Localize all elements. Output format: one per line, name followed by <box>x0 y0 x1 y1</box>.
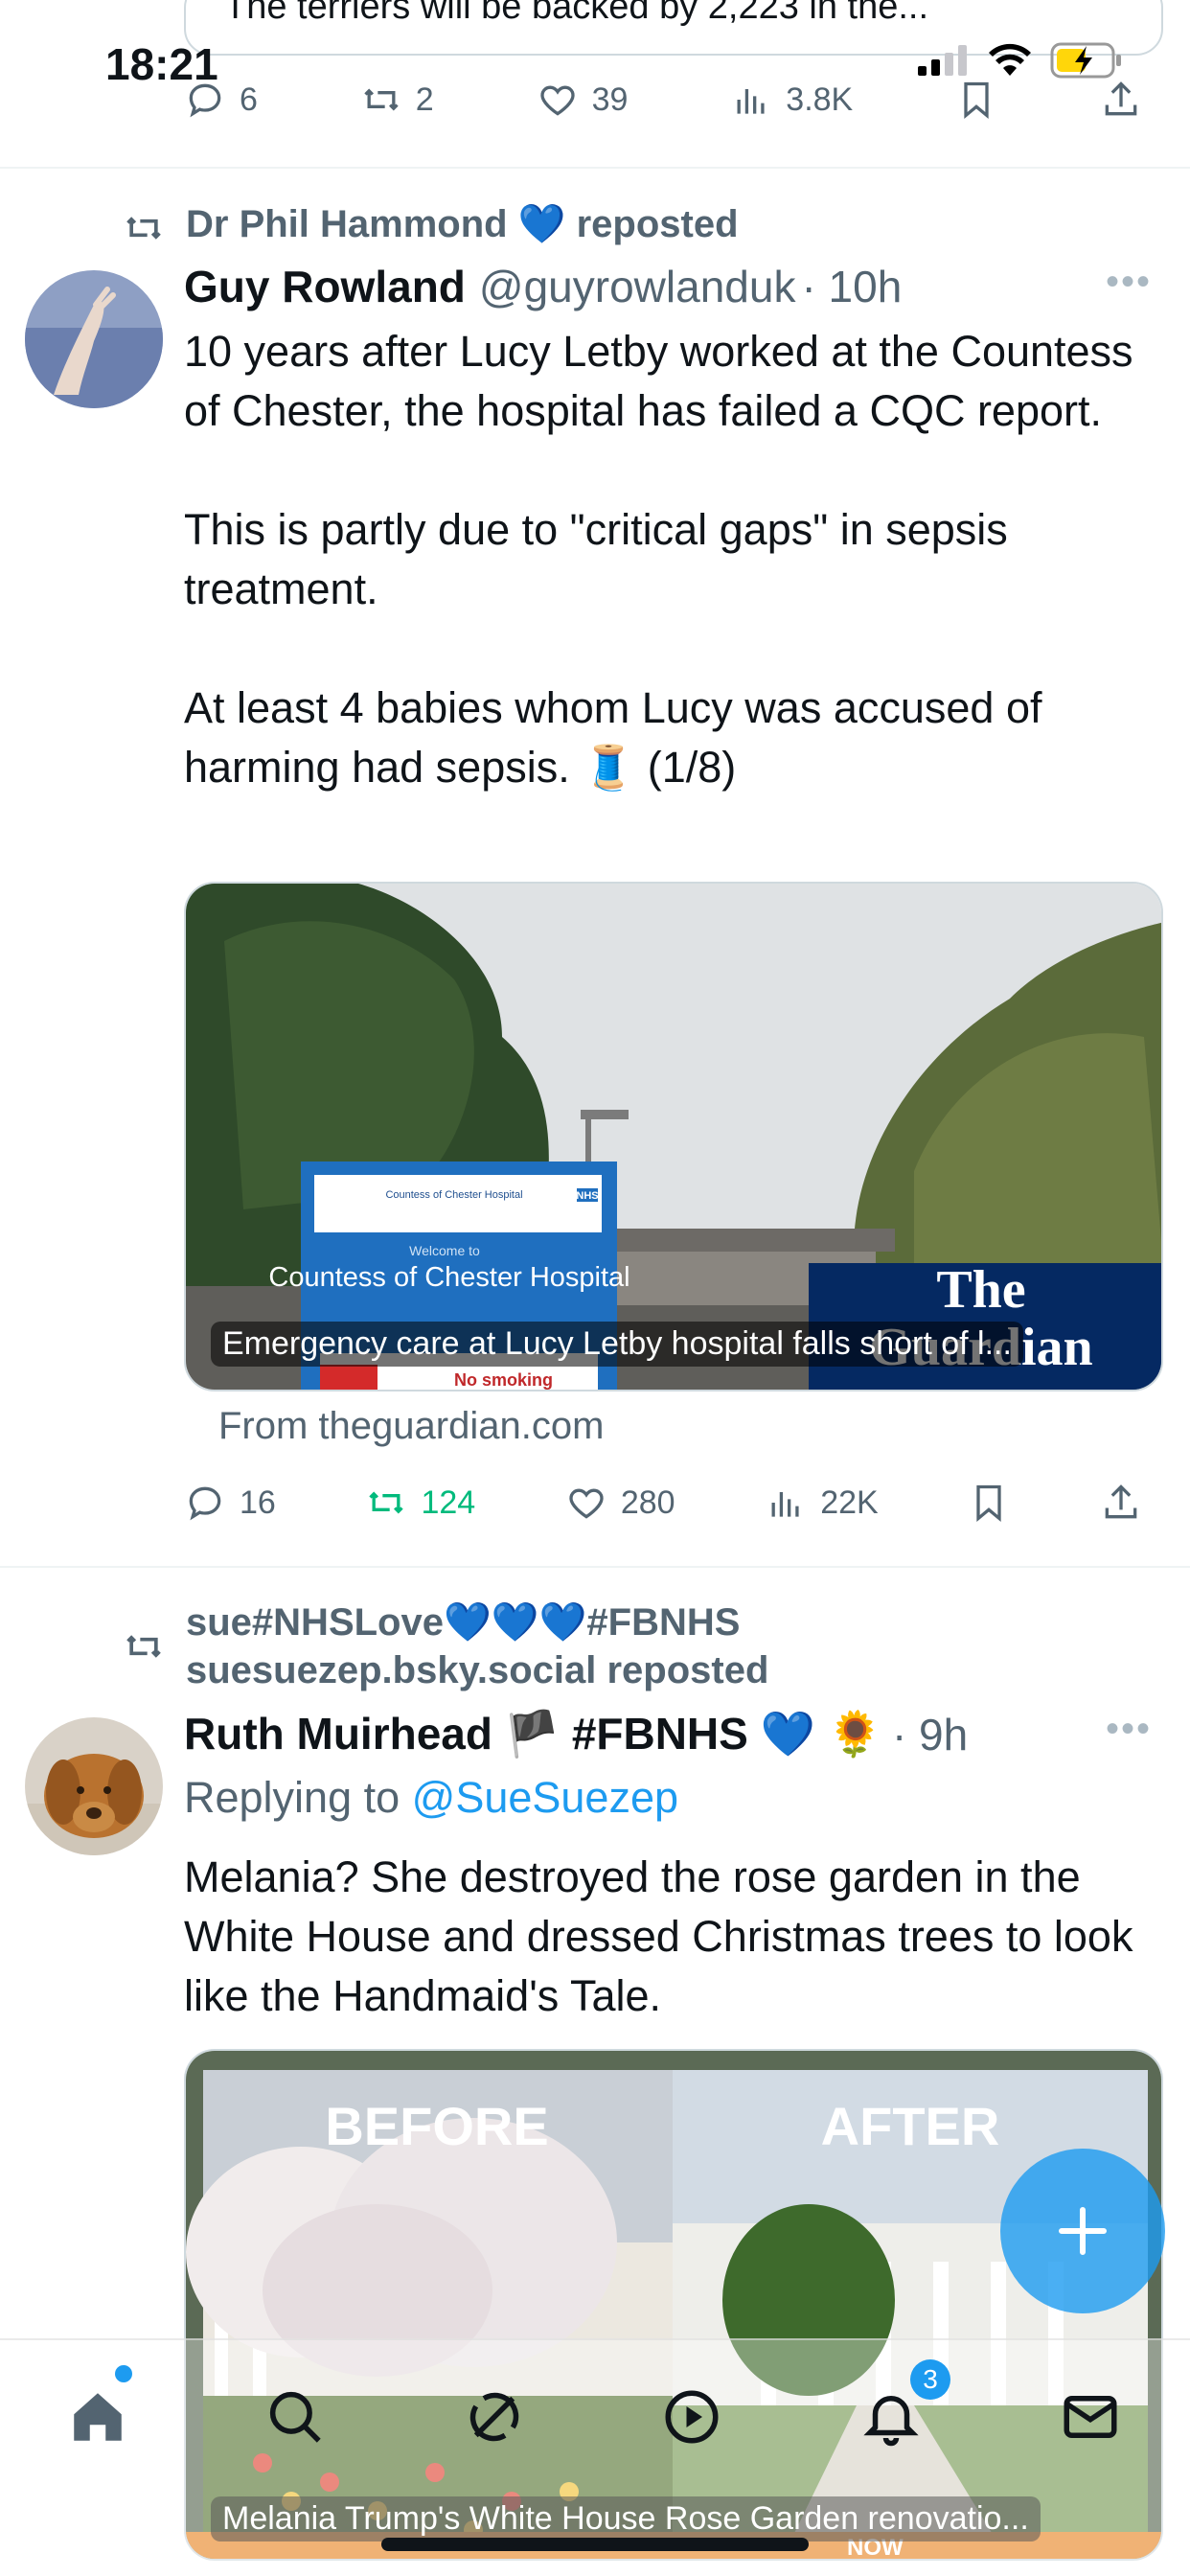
repost-icon <box>364 88 399 111</box>
replying-to-label: Replying to <box>184 1773 412 1822</box>
tweet-paragraph: Melania? She destroyed the rose garden i… <box>184 1852 1133 2020</box>
share-button[interactable] <box>1100 1482 1142 1524</box>
tweet-body: 10 years after Lucy Letby worked at the … <box>184 322 1152 797</box>
search-icon <box>269 2391 321 2443</box>
link-card-image: Countess of Chester Hospital NHS Welcome… <box>186 884 1161 1390</box>
reposted-by: Dr Phil Hammond 💙 reposted <box>186 203 739 245</box>
views-button[interactable]: 22K <box>765 1482 879 1524</box>
messages-icon <box>1064 2396 1117 2438</box>
heart-icon <box>539 85 575 116</box>
new-content-dot <box>115 2365 132 2382</box>
share-icon <box>1105 1484 1137 1519</box>
sign-nosmoking-text: No smoking <box>454 1370 553 1390</box>
tweet-paragraph: This is partly due to "critical gaps" in… <box>184 505 1008 613</box>
repost-icon <box>126 1635 161 1658</box>
reposted-by-name: sue#NHSLove💙💙💙#FBNHS <box>186 1601 741 1644</box>
reply-count: 6 <box>240 80 258 118</box>
card-headline: Emergency care at Lucy Letby hospital fa… <box>211 1322 1023 1367</box>
home-indicator[interactable] <box>381 2538 809 2551</box>
sign-nhs-text: NHS <box>576 1190 598 1202</box>
card-source[interactable]: From theguardian.com <box>218 1405 604 1448</box>
reply-icon <box>189 83 221 118</box>
video-icon <box>665 2390 719 2444</box>
tweet-body: Melania? She destroyed the rose garden i… <box>184 1848 1152 2026</box>
previous-tweet-text: The terriers will be backed by 2,223 in … <box>224 0 929 27</box>
cellular-signal-icon <box>918 45 967 76</box>
author-handle[interactable]: @guyrowlanduk <box>479 261 796 312</box>
author-name[interactable]: Ruth Muirhead 🏴 #FBNHS 💙 🌻 <box>184 1708 882 1760</box>
bookmark-icon <box>976 1484 1002 1523</box>
tweet-divider <box>0 1566 1190 1568</box>
avatar[interactable] <box>25 270 163 408</box>
like-count: 280 <box>620 1484 675 1521</box>
tweet-header: Ruth Muirhead 🏴 #FBNHS 💙 🌻 · 9h ••• <box>184 1708 1152 1760</box>
reply-icon <box>189 1486 221 1521</box>
nav-home[interactable] <box>59 2379 136 2455</box>
view-count: 3.8K <box>786 80 854 118</box>
guardian-logo-line1: The <box>936 1260 1025 1320</box>
tweet-actions: 16 124 280 22K <box>184 1482 1142 1524</box>
views-icon <box>737 89 765 114</box>
views-button[interactable]: 3.8K <box>730 79 853 121</box>
share-icon <box>1105 81 1137 116</box>
notifications-icon <box>863 2396 919 2447</box>
sign-main-text: Countess of Chester Hospital <box>268 1262 629 1293</box>
bookmark-button[interactable] <box>968 1482 1010 1524</box>
notification-badge: 3 <box>910 2359 950 2400</box>
repost-button[interactable]: 124 <box>365 1482 475 1524</box>
bookmark-button[interactable] <box>955 79 997 121</box>
compose-button[interactable] <box>1000 2149 1165 2313</box>
tweet-divider <box>0 167 1190 169</box>
previous-tweet-actions: 6 2 39 3.8K <box>184 79 1142 121</box>
reply-button[interactable]: 6 <box>184 79 258 121</box>
tweet-time: · 10h <box>801 262 903 311</box>
nav-video[interactable] <box>653 2379 730 2455</box>
repost-indicator[interactable]: sue#NHSLove💙💙💙#FBNHS suesuezep.bsky.soci… <box>123 1598 768 1694</box>
repost-button[interactable]: 2 <box>360 79 434 121</box>
tweet-paragraph: 10 years after Lucy Letby worked at the … <box>184 327 1133 435</box>
status-icons <box>916 42 1123 79</box>
avatar[interactable] <box>25 1717 163 1855</box>
sign-small-text: Countess of Chester Hospital <box>385 1189 522 1201</box>
replying-to-handle[interactable]: @SueSuezep <box>412 1773 678 1822</box>
like-button[interactable]: 39 <box>537 79 629 121</box>
repost-icon <box>369 1491 404 1514</box>
more-options-icon[interactable]: ••• <box>1106 1708 1152 1751</box>
reply-button[interactable]: 16 <box>184 1482 276 1524</box>
view-count: 22K <box>820 1484 879 1521</box>
author-name[interactable]: Guy Rowland <box>184 261 466 312</box>
tweet-time: · 9h <box>891 1709 969 1760</box>
nav-search[interactable] <box>257 2379 333 2455</box>
tweet-header: Guy Rowland @guyrowlanduk · 10h ••• <box>184 261 1152 312</box>
like-button[interactable]: 280 <box>565 1482 675 1524</box>
after-label: AFTER <box>821 2096 1000 2156</box>
repost-icon <box>126 217 161 240</box>
nav-messages[interactable] <box>1052 2379 1129 2455</box>
repost-count: 124 <box>421 1484 476 1521</box>
share-button[interactable] <box>1100 79 1142 121</box>
heart-icon <box>569 1488 604 1519</box>
wifi-icon <box>989 43 1031 76</box>
like-count: 39 <box>591 80 629 118</box>
reply-context: Replying to @SueSuezep <box>184 1773 678 1823</box>
home-icon <box>74 2393 122 2441</box>
nav-grok[interactable] <box>456 2379 533 2455</box>
before-label: BEFORE <box>325 2096 548 2156</box>
repost-indicator[interactable]: Dr Phil Hammond 💙 reposted <box>123 201 739 249</box>
tweet-paragraph: At least 4 babies whom Lucy was accused … <box>184 683 1042 792</box>
sign-welcome-text: Welcome to <box>409 1243 480 1258</box>
views-icon <box>771 1492 799 1517</box>
link-card[interactable]: Countess of Chester Hospital NHS Welcome… <box>184 882 1163 1392</box>
battery-charging-icon <box>1050 42 1121 79</box>
grok-icon <box>469 2392 519 2442</box>
reposted-by-handle: suesuezep.bsky.social reposted <box>186 1649 769 1691</box>
reply-count: 16 <box>240 1484 276 1521</box>
more-options-icon[interactable]: ••• <box>1106 261 1152 304</box>
repost-count: 2 <box>415 80 434 118</box>
bookmark-icon <box>964 81 989 120</box>
plus-icon <box>1059 2207 1107 2255</box>
